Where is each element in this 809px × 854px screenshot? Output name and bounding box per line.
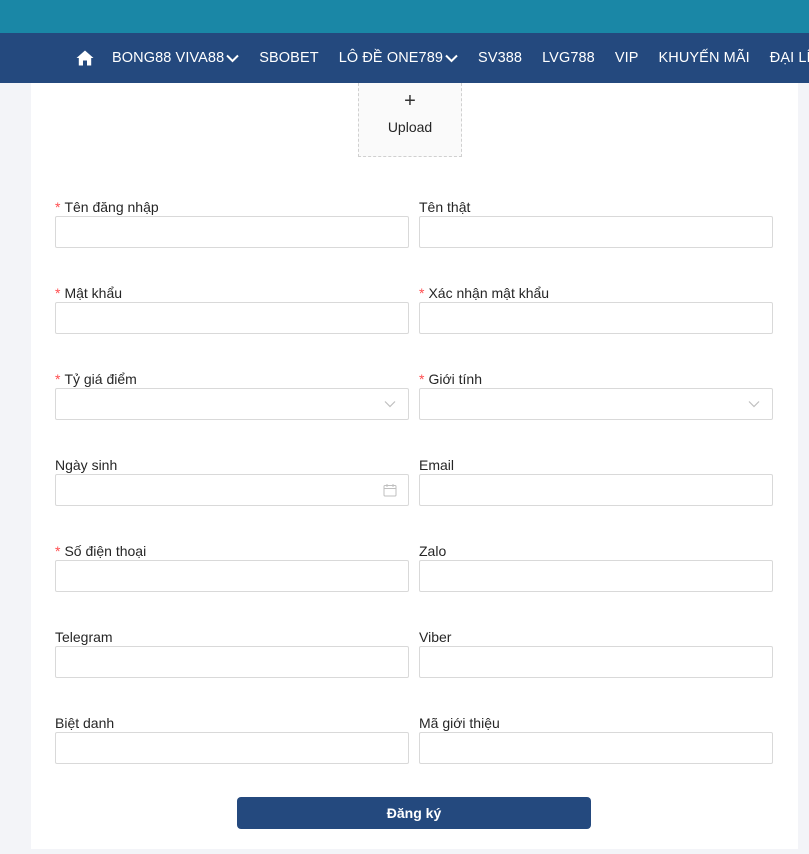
chevron-down-icon [747,397,761,411]
nav-item-dai-li[interactable]: ĐẠI LÍ [770,50,809,66]
gender-select[interactable] [419,388,773,420]
telegram-label: Telegram [55,629,113,645]
required-marker: * [419,371,425,387]
main-nav: BONG88 VIVA88 SBOBET LÔ ĐỀ ONE789 SV388 … [0,33,809,83]
referral-field[interactable] [419,732,773,764]
nav-item-lvg788[interactable]: LVG788 [542,50,595,66]
password-label: * Mật khẩu [55,285,123,301]
nickname-label: Biệt danh [55,715,115,731]
avatar-upload-button[interactable]: + Upload [358,83,462,157]
required-marker: * [55,199,61,215]
username-input[interactable] [56,217,408,247]
realname-field-group: Tên thật [419,197,773,248]
nav-item-label: ĐẠI LÍ [769,50,809,66]
zalo-field[interactable] [419,560,773,592]
username-label: * Tên đăng nhập [55,199,159,215]
phone-input[interactable] [56,561,408,591]
zalo-label: Zalo [419,543,447,559]
confirm-password-input[interactable] [420,303,772,333]
email-field-group: Email [419,455,773,506]
nickname-field-group: Biệt danh [55,713,409,764]
rate-select[interactable] [55,388,409,420]
register-button[interactable]: Đăng ký [237,797,591,829]
zalo-field-group: Zalo [419,541,773,592]
viber-field-group: Viber [419,627,773,678]
gender-label: * Giới tính [419,371,482,387]
chevron-down-icon [226,54,239,63]
realname-label: Tên thật [419,199,471,215]
home-icon[interactable] [76,48,94,68]
referral-input[interactable] [420,733,772,763]
viber-label: Viber [419,629,452,645]
confirm-password-field-group: * Xác nhận mật khẩu [419,283,773,334]
nickname-field[interactable] [55,732,409,764]
password-input[interactable] [56,303,408,333]
viber-input[interactable] [420,647,772,677]
viber-field[interactable] [419,646,773,678]
realname-field[interactable] [419,216,773,248]
required-marker: * [55,371,61,387]
nav-item-khuyen-mai[interactable]: KHUYẾN MÃI [659,50,750,66]
calendar-icon[interactable] [383,483,397,497]
telegram-field[interactable] [55,646,409,678]
required-marker: * [419,285,425,301]
nav-item-sv388[interactable]: SV388 [478,50,522,66]
rate-field-group: * Tỷ giá điểm [55,369,409,420]
gender-field-group: * Giới tính [419,369,773,420]
birthday-field-group: Ngày sinh [55,455,409,506]
nav-item-label: KHUYẾN MÃI [658,50,750,66]
phone-field[interactable] [55,560,409,592]
confirm-password-field[interactable] [419,302,773,334]
top-banner [0,0,809,33]
required-marker: * [55,543,61,559]
nav-item-label: VIP [614,50,639,66]
plus-icon: + [404,89,416,112]
nav-item-label: SV388 [478,50,523,66]
phone-field-group: * Số điện thoại [55,541,409,592]
nav-item-label: SBOBET [259,50,319,66]
nav-item-label: BONG88 VIVA88 [112,50,225,66]
nav-item-bong88-viva88[interactable]: BONG88 VIVA88 [112,50,239,66]
confirm-password-label: * Xác nhận mật khẩu [419,285,550,301]
email-field[interactable] [419,474,773,506]
password-field[interactable] [55,302,409,334]
chevron-down-icon [383,397,397,411]
telegram-field-group: Telegram [55,627,409,678]
telegram-input[interactable] [56,647,408,677]
username-field[interactable] [55,216,409,248]
nav-item-vip[interactable]: VIP [615,50,639,66]
nickname-input[interactable] [56,733,408,763]
rate-label: * Tỷ giá điểm [55,371,137,387]
nav-item-lo-de-one789[interactable]: LÔ ĐỀ ONE789 [339,50,458,66]
realname-input[interactable] [420,217,772,247]
email-input[interactable] [420,475,772,505]
username-field-group: * Tên đăng nhập [55,197,409,248]
referral-field-group: Mã giới thiệu [419,713,773,764]
required-marker: * [55,285,61,301]
password-field-group: * Mật khẩu [55,283,409,334]
chevron-down-icon [445,54,458,63]
phone-label: * Số điện thoại [55,543,147,559]
referral-label: Mã giới thiệu [419,715,500,731]
birthday-picker[interactable] [55,474,409,506]
zalo-input[interactable] [420,561,772,591]
upload-label: Upload [387,118,433,135]
register-form: + Upload * Tên đăng nhập Tên thật * Mật kh… [31,83,798,849]
email-label: Email [419,457,455,473]
nav-item-label: LÔ ĐỀ ONE789 [338,50,444,66]
nav-item-sbobet[interactable]: SBOBET [259,50,318,66]
birthday-label: Ngày sinh [55,457,118,473]
nav-item-label: LVG788 [542,50,595,66]
